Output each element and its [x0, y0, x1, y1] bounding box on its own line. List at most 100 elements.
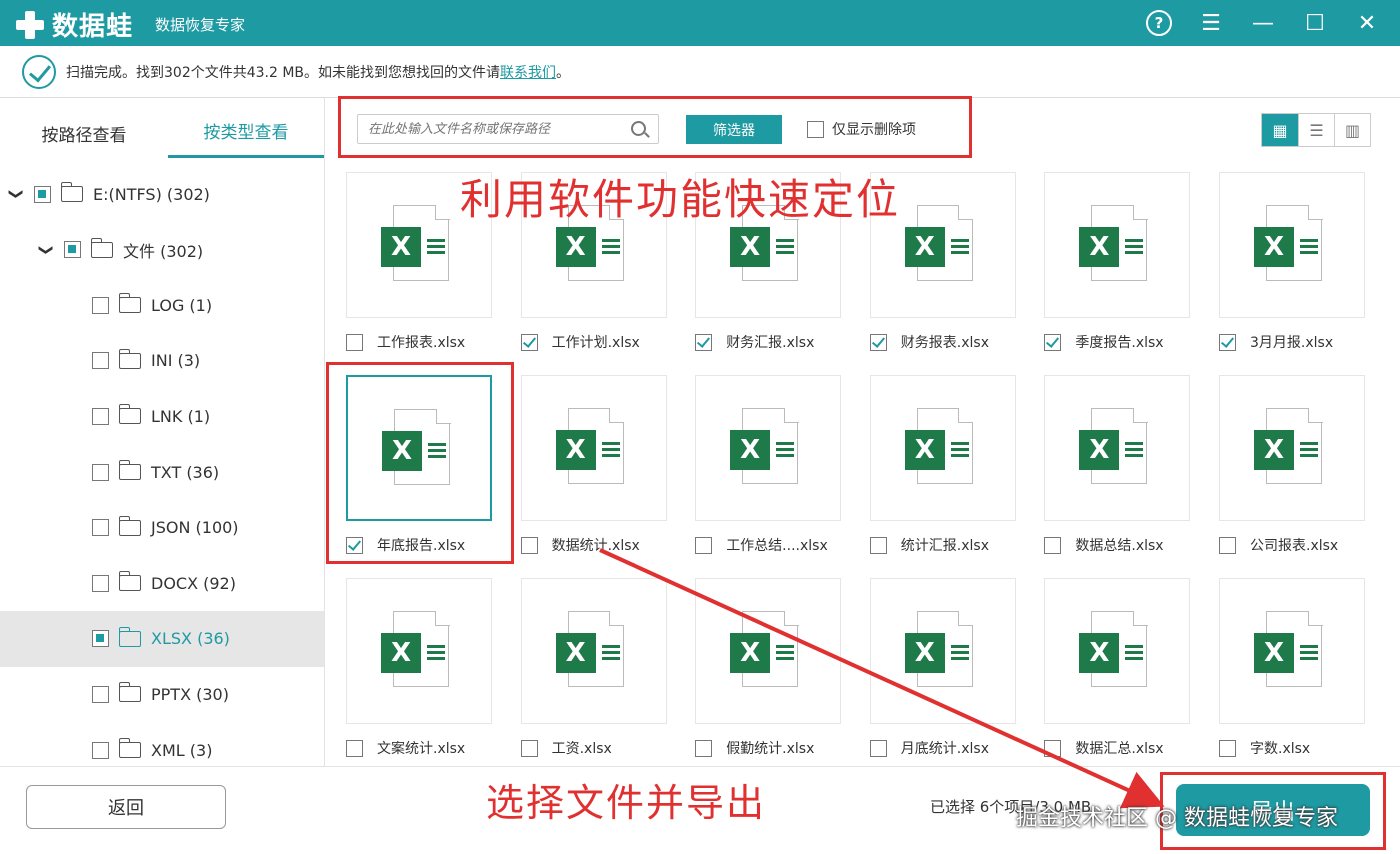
file-name: 数据汇总.xlsx — [1075, 741, 1164, 757]
tree-checkbox[interactable] — [34, 185, 51, 203]
file-thumbnail[interactable]: X — [1219, 578, 1365, 724]
file-checkbox[interactable] — [869, 739, 887, 757]
file-item[interactable]: X 公司报表.xlsx — [1219, 375, 1365, 560]
contact-us-link[interactable]: 联系我们 — [500, 62, 556, 82]
file-item[interactable]: X 字数.xlsx — [1219, 578, 1365, 763]
tree-checkbox[interactable] — [64, 241, 81, 259]
file-checkbox[interactable] — [1044, 739, 1062, 757]
file-item[interactable]: X 3月月报.xlsx — [1219, 172, 1365, 357]
tree-item[interactable]: ❯ E:(NTFS) (302) — [0, 166, 324, 222]
tree-item[interactable]: LOG (1) — [0, 277, 324, 333]
tree-checkbox[interactable] — [92, 407, 109, 425]
file-checkbox[interactable] — [869, 536, 887, 554]
tab-by-type[interactable]: 按类型查看 — [168, 118, 324, 158]
file-checkbox[interactable] — [869, 333, 887, 351]
tree-item[interactable]: ❯ 文件 (302) — [0, 222, 324, 278]
file-thumbnail[interactable]: X — [1044, 375, 1191, 521]
only-deleted-option[interactable]: 仅显示删除项 — [807, 119, 916, 139]
file-checkbox[interactable] — [1044, 536, 1062, 554]
expand-arrow-icon[interactable]: ❯ — [8, 186, 24, 202]
file-thumbnail[interactable]: X — [869, 375, 1016, 521]
file-item[interactable]: X 工资.xlsx — [520, 578, 667, 763]
file-checkbox[interactable] — [695, 333, 713, 351]
tree-checkbox[interactable] — [92, 296, 109, 314]
menu-button[interactable]: ☰ — [1196, 8, 1226, 38]
file-checkbox[interactable] — [520, 739, 538, 757]
help-button[interactable]: ? — [1144, 8, 1174, 38]
file-checkbox[interactable] — [695, 536, 713, 554]
tree-checkbox[interactable] — [92, 741, 109, 759]
file-thumbnail[interactable]: X — [695, 375, 842, 521]
excel-lines-icon — [601, 442, 620, 460]
file-item[interactable]: X 假勤统计.xlsx — [695, 578, 842, 763]
tree-item[interactable]: LNK (1) — [0, 388, 324, 444]
file-thumbnail[interactable]: X — [869, 578, 1016, 724]
excel-icon: X — [381, 633, 421, 673]
maximize-button[interactable]: ☐ — [1300, 8, 1330, 38]
file-checkbox[interactable] — [1044, 333, 1062, 351]
file-thumbnail[interactable]: X — [1044, 172, 1191, 318]
file-name: 季度报告.xlsx — [1075, 335, 1164, 351]
list-view-icon[interactable]: ☰ — [1298, 114, 1334, 146]
file-thumbnail[interactable]: X — [1219, 172, 1365, 318]
excel-icon: X — [1079, 430, 1120, 470]
file-checkbox[interactable] — [346, 739, 363, 757]
tree-item[interactable]: TXT (36) — [0, 444, 324, 500]
file-checkbox[interactable] — [1219, 333, 1236, 351]
file-item[interactable]: X 统计汇报.xlsx — [869, 375, 1016, 560]
back-button[interactable]: 返回 — [26, 785, 226, 829]
minimize-button[interactable]: — — [1248, 8, 1278, 38]
tree-checkbox[interactable] — [92, 574, 109, 592]
tree-item[interactable]: JSON (100) — [0, 500, 324, 556]
file-thumbnail[interactable]: X — [520, 375, 667, 521]
file-checkbox[interactable] — [520, 333, 538, 351]
file-thumbnail[interactable]: X — [1044, 578, 1191, 724]
only-deleted-checkbox[interactable] — [807, 120, 824, 138]
tree-item-label: XLSX (36) — [151, 629, 230, 649]
detail-view-icon[interactable]: ▥ — [1334, 114, 1370, 146]
tree-item[interactable]: DOCX (92) — [0, 555, 324, 611]
expand-arrow-icon[interactable]: ❯ — [38, 242, 54, 258]
file-thumbnail[interactable]: X — [695, 578, 842, 724]
search-input[interactable] — [368, 121, 628, 137]
search-icon[interactable] — [631, 121, 646, 136]
file-checkbox[interactable] — [1219, 536, 1236, 554]
excel-icon: X — [555, 430, 596, 470]
excel-lines-icon — [776, 645, 795, 663]
file-item[interactable]: X 文案统计.xlsx — [346, 578, 492, 763]
search-box[interactable] — [357, 114, 659, 144]
tab-by-path[interactable]: 按路径查看 — [6, 121, 162, 158]
excel-icon: X — [1254, 227, 1294, 267]
tree-checkbox[interactable] — [92, 352, 109, 370]
file-checkbox[interactable] — [520, 536, 538, 554]
file-item[interactable]: X 季度报告.xlsx — [1044, 172, 1191, 357]
file-item[interactable]: X 月底统计.xlsx — [869, 578, 1016, 763]
close-button[interactable]: ✕ — [1352, 8, 1382, 38]
maximize-icon: ☐ — [1305, 10, 1325, 36]
file-thumbnail[interactable]: X — [346, 578, 492, 724]
tree-item[interactable]: XLSX (36) — [0, 610, 324, 667]
excel-lines-icon — [1125, 239, 1144, 257]
tree-checkbox[interactable] — [92, 630, 109, 648]
grid-view-icon[interactable]: ▦ — [1262, 114, 1298, 146]
tree-checkbox[interactable] — [92, 463, 109, 481]
tree-checkbox[interactable] — [92, 685, 109, 703]
file-thumbnail[interactable]: X — [520, 578, 667, 724]
file-item[interactable]: X 数据汇总.xlsx — [1044, 578, 1191, 763]
file-item[interactable]: X 数据统计.xlsx — [520, 375, 667, 560]
file-item[interactable]: X 数据总结.xlsx — [1044, 375, 1191, 560]
file-item[interactable]: X 工作总结....xlsx — [695, 375, 842, 560]
file-name: 文案统计.xlsx — [377, 741, 466, 757]
tree-item[interactable]: INI (3) — [0, 333, 324, 389]
folder-icon — [90, 237, 113, 258]
file-checkbox[interactable] — [1219, 739, 1236, 757]
filter-button[interactable]: 筛选器 — [686, 115, 782, 144]
folder-icon — [118, 460, 141, 480]
file-checkbox[interactable] — [695, 739, 713, 757]
excel-icon: X — [730, 430, 771, 470]
file-checkbox[interactable] — [346, 333, 363, 351]
watermark: 掘金技术社区 @ 数据蛙恢复专家 — [1016, 806, 1338, 831]
tree-checkbox[interactable] — [92, 519, 109, 537]
tree-item[interactable]: PPTX (30) — [0, 666, 324, 722]
file-thumbnail[interactable]: X — [1219, 375, 1365, 521]
